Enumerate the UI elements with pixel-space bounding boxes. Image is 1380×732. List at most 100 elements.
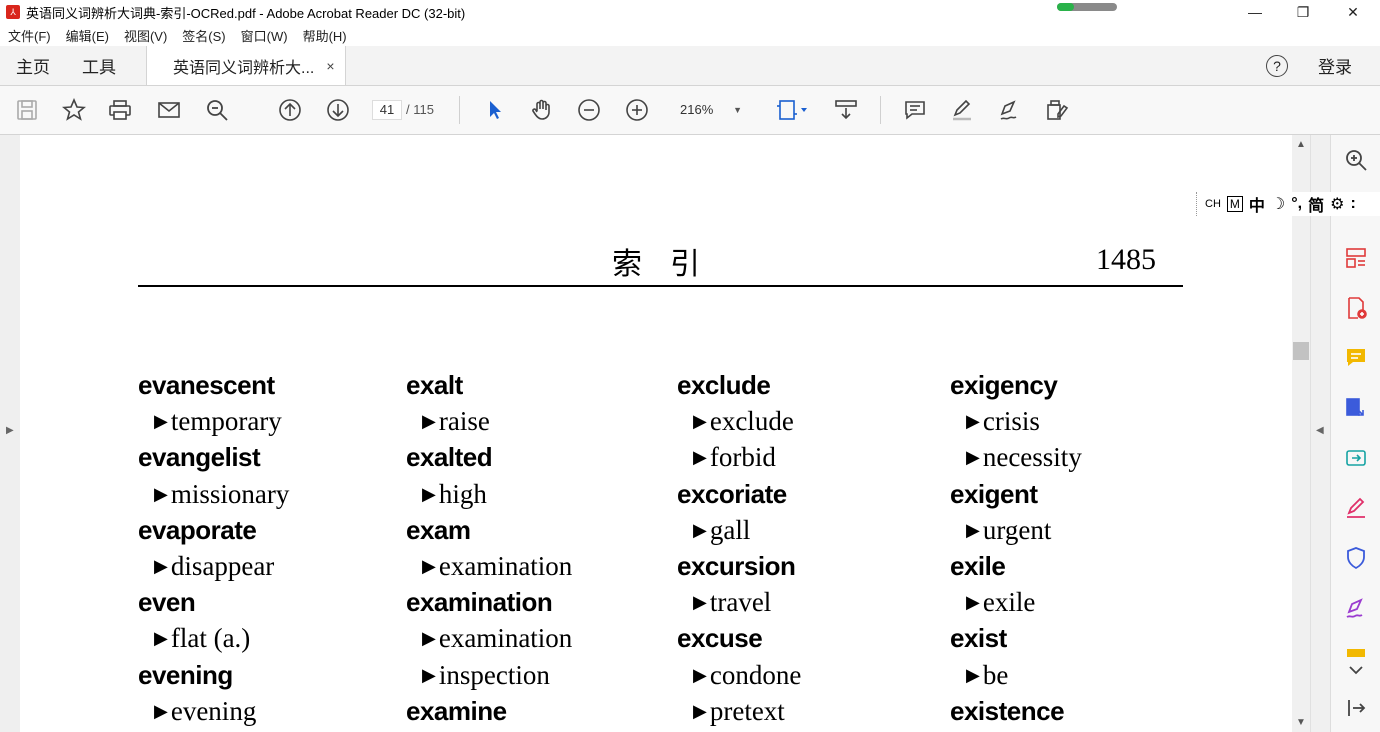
hand-tool-icon[interactable] [528,96,556,124]
scroll-down-icon[interactable]: ▼ [1296,717,1306,728]
maximize-button[interactable]: ❐ [1280,0,1326,24]
tab-tools[interactable]: 工具 [66,46,132,85]
fill-sign-icon[interactable] [1343,495,1369,521]
select-cursor-icon[interactable] [481,96,509,124]
arrow-right-icon: ▶ [693,411,707,432]
comment-icon[interactable] [901,96,929,124]
index-subentry: ▶ evening [138,693,289,729]
zoom-in-icon[interactable] [623,96,651,124]
menu-window[interactable]: 窗口(W) [241,26,288,45]
ime-mode-label[interactable]: CH [1205,198,1221,210]
index-subentry: ▶ urgent [950,512,1082,548]
menu-view[interactable]: 视图(V) [124,26,167,45]
index-subentry-text: missionary [170,478,290,509]
index-headword: exigency [950,370,1058,400]
zoom-search-icon[interactable] [1343,147,1369,173]
loading-progress-fill [1057,3,1074,11]
tab-document[interactable]: 英语同义词辨析大... × [146,46,346,85]
edit-form-icon[interactable] [1043,96,1071,124]
help-icon[interactable]: ? [1266,54,1288,77]
index-headword: existence [950,695,1065,726]
scrollbar-thumb[interactable] [1293,342,1309,360]
menu-file[interactable]: 文件(F) [8,26,51,45]
vertical-scrollbar[interactable]: ▲ ▼ [1292,135,1310,732]
index-subentry: ▶ inspection [406,657,572,693]
login-button[interactable]: 登录 [1318,53,1352,78]
ime-more-button[interactable]: : [1350,195,1355,213]
index-subentry: ▶ high [406,476,572,512]
next-page-icon[interactable] [324,96,352,124]
arrow-right-icon: ▶ [154,628,168,649]
zoom-level-select[interactable]: 216% ▼ [672,98,750,122]
acrobat-app-icon: ⅄ [6,5,20,19]
index-subentry-text: temporary [170,406,282,437]
tab-document-label: 英语同义词辨析大... [173,59,315,77]
index-subentry: ▶ missionary [138,476,289,512]
index-column-3: exclude ▶ exclude ▶ forbid excoriate ▶ gall excu… [677,367,801,729]
index-subentry: ▶ examination [406,620,572,656]
arrow-right-icon: ▶ [966,411,980,432]
arrow-right-icon: ▶ [422,555,436,576]
left-panel-toggle[interactable]: ▶ [0,135,20,732]
print-icon[interactable] [106,96,134,124]
menu-sign[interactable]: 签名(S) [182,26,225,45]
more-tools-chevron-icon[interactable] [1343,657,1369,683]
tab-close-icon[interactable]: × [326,58,334,74]
star-icon[interactable] [60,96,88,124]
ime-m-button[interactable]: M [1226,196,1243,212]
arrow-right-icon: ▶ [693,664,707,685]
index-subentry-text: examination [438,623,573,654]
index-subentry: ▶ temporary [138,403,289,439]
index-subentry-text: exile [982,587,1036,618]
minimize-button[interactable]: — [1232,0,1278,24]
export-pdf-icon[interactable] [1343,395,1369,421]
ime-script-button[interactable]: 简 [1308,192,1324,216]
menu-edit[interactable]: 编辑(E) [66,26,109,45]
index-column-4: exigency ▶ crisis ▶ necessity exigent ▶ urgent e… [950,367,1082,729]
ime-punctuation-button[interactable]: °, [1291,195,1302,213]
ime-toolbar: CH M 中 ☽ °, 简 ⚙ : [1196,192,1380,216]
scroll-up-icon[interactable]: ▲ [1296,139,1306,150]
index-subentry: ▶ travel [677,584,801,620]
expand-panel-icon[interactable] [1343,695,1369,721]
index-subentry-text: examination [438,550,573,581]
arrow-right-icon: ▶ [422,628,436,649]
right-panel-toggle[interactable]: ◀ [1310,135,1330,732]
moon-icon[interactable]: ☽ [1271,194,1285,214]
page-header-number: 1485 [1096,243,1156,276]
ime-language-button[interactable]: 中 [1249,192,1265,216]
index-subentry-text: be [982,659,1009,690]
arrow-right-icon: ▶ [966,447,980,468]
search-icon[interactable] [203,96,231,124]
toolbar-divider [459,96,460,124]
highlight-pen-icon[interactable] [948,96,976,124]
menu-help[interactable]: 帮助(H) [303,26,347,45]
zoom-out-icon[interactable] [575,96,603,124]
arrow-right-icon: ▶ [966,664,980,685]
index-headword: exam [406,514,471,545]
previous-page-icon[interactable] [276,96,304,124]
comment-panel-icon[interactable] [1343,345,1369,371]
fit-page-icon[interactable] [773,96,811,124]
index-subentry-text: gall [709,514,751,545]
arrow-right-icon: ▶ [154,483,168,504]
sign-icon[interactable] [996,96,1024,124]
email-icon[interactable] [155,96,183,124]
toolbar: 41 / 115 216% ▼ [0,86,1380,135]
scroll-mode-icon[interactable] [832,96,860,124]
index-subentry: ▶ crisis [950,403,1082,439]
organize-pages-icon[interactable] [1343,245,1369,271]
protect-shield-icon[interactable] [1343,545,1369,571]
create-pdf-icon[interactable] [1343,295,1369,321]
tab-home[interactable]: 主页 [0,46,66,85]
save-icon[interactable] [13,96,41,124]
close-window-button[interactable]: ✕ [1330,0,1376,24]
certificate-sign-icon[interactable] [1343,595,1369,621]
tab-bar: 主页 工具 英语同义词辨析大... × ? 登录 [0,46,1380,86]
page-number-input[interactable]: 41 [372,100,402,120]
index-subentry: ▶ forbid [677,439,801,475]
gear-icon[interactable]: ⚙ [1330,194,1344,214]
arrow-right-icon: ▶ [422,664,436,685]
send-file-icon[interactable] [1343,445,1369,471]
index-headword: exclude [677,370,771,400]
